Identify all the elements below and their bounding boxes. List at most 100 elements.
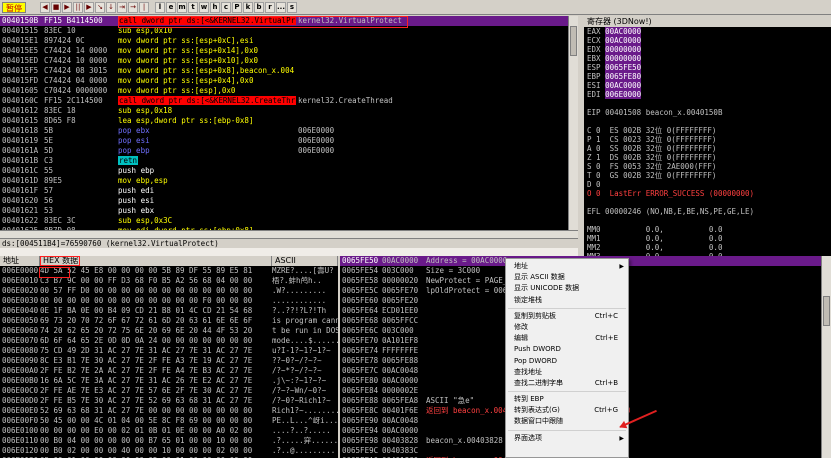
dump-row[interactable]: 006E0030 00 00 00 00 00 00 00 00 00 00 00… [0, 296, 338, 306]
registers-pane[interactable]: 寄存器 (3DNow!) EAX 00AC0000 ECX 00AC0000 EDX… [584, 16, 831, 256]
menu-item[interactable]: 锁定堆栈 [506, 295, 628, 306]
dump-row[interactable]: 006E00C0 2F FE AE 7E E3 AC 27 7E 57 6E 2F… [0, 386, 338, 396]
dump-row[interactable]: 006E0080 75 CD 49 2D 31 AC 27 7E 31 AC 27… [0, 346, 338, 356]
toolbar-letter-button[interactable]: w [199, 1, 209, 13]
toolbar-button[interactable]: || [73, 1, 83, 13]
dump-row[interactable]: 006E00A0 2F FE B2 7E 2A AC 27 7E 2F FE A4… [0, 366, 338, 376]
toolbar-letter-button[interactable]: c [221, 1, 231, 13]
dump-row[interactable]: 006E0120 00 B0 02 00 00 00 40 00 00 10 00… [0, 446, 338, 456]
register-line[interactable]: EBX 00000000 [584, 54, 831, 63]
dump-row[interactable]: 006E0070 6D 6F 64 65 2E 0D 0D 0A 24 00 00… [0, 336, 338, 346]
register-line[interactable]: MM2 0.0, 0.0 [584, 243, 831, 252]
disasm-row[interactable]: 00401619 5E pop esi 006E0000 [0, 136, 578, 146]
register-line[interactable]: EDI 006E0000 [584, 90, 831, 99]
disasm-row[interactable]: 00401615 8D65 F8 lea esp,dword ptr ss:[ebp… [0, 116, 578, 126]
menu-item[interactable]: 查找地址 [506, 367, 628, 378]
dump-row[interactable]: 006E0100 00 00 00 00 E0 00 02 01 0B 01 0E… [0, 426, 338, 436]
toolbar-letter-button[interactable]: s [287, 1, 297, 13]
toolbar-button[interactable]: ■ [51, 1, 61, 13]
menu-item[interactable]: 查找二进制字串 Ctrl+B [506, 378, 628, 389]
register-line[interactable]: EBP 0065FE80 [584, 72, 831, 81]
dump-row[interactable]: 006E0050 69 73 20 70 72 6F 67 72 61 6D 20… [0, 316, 338, 326]
register-value[interactable]: 006E0000 [605, 90, 642, 99]
toolbar-letter-button[interactable]: r [265, 1, 275, 13]
disasm-row[interactable]: 0040161C 55 push ebp [0, 166, 578, 176]
disasm-row[interactable]: 00401605 C70424 0000000 mov dword ptr ss:[… [0, 86, 578, 96]
disasm-row[interactable]: 00401612 83EC 18 sub esp,0x18 [0, 106, 578, 116]
toolbar-letter-button[interactable]: l [155, 1, 165, 13]
register-line[interactable]: O 0 LastErr ERROR_SUCCESS (00000000) [584, 189, 831, 198]
dump-row[interactable]: 006E0090 8C E3 B1 7E 30 AC 27 7E 2F FE A3… [0, 356, 338, 366]
disasm-row[interactable]: 004015E1 897424 0C mov dword ptr ss:[esp+0… [0, 36, 578, 46]
register-line[interactable]: EDX 00000000 [584, 45, 831, 54]
toolbar-button[interactable]: ↘ [95, 1, 105, 13]
disasm-row[interactable]: 004015E5 C74424 14 0000 mov dword ptr ss:[… [0, 46, 578, 56]
toolbar-button[interactable]: → [128, 1, 138, 13]
register-line[interactable]: C 0 ES 002B 32位 0(FFFFFFFF) [584, 126, 831, 135]
register-line[interactable]: P 1 CS 0023 32位 0(FFFFFFFF) [584, 135, 831, 144]
cpu-scrollbar[interactable] [568, 16, 578, 238]
toolbar-letter-button[interactable]: e [166, 1, 176, 13]
register-value[interactable]: 00000000 [605, 45, 642, 54]
menu-item[interactable]: 界面选项 ▶ [506, 433, 628, 444]
menu-item[interactable]: Push DWORD [506, 344, 628, 355]
dump-head-address[interactable]: 地址 [0, 256, 40, 266]
toolbar-button[interactable]: ▶ [84, 1, 94, 13]
menu-item[interactable]: 显示 UNICODE 数据 [506, 283, 628, 294]
register-line[interactable]: S 0 FS 0053 32位 2AE000(FFF) [584, 162, 831, 171]
register-value[interactable]: 0065FE50 [605, 63, 642, 72]
menu-item[interactable]: 转到 EBP [506, 394, 628, 405]
cpu-disassembly-pane[interactable]: 0040150B FF15 B4114500 call dword ptr ds:[… [0, 16, 578, 238]
menu-item[interactable]: 修改 [506, 322, 628, 333]
toolbar-letter-button[interactable]: k [243, 1, 253, 13]
register-line[interactable]: A 0 SS 002B 32位 0(FFFFFFFF) [584, 144, 831, 153]
register-value[interactable]: 00AC0000 [605, 36, 642, 45]
dump-head-ascii[interactable]: ASCII [272, 256, 338, 266]
menu-item[interactable]: 数据窗口中跟随 [506, 416, 628, 427]
disasm-row[interactable]: 00401621 53 push ebx [0, 206, 578, 216]
memory-dump-pane[interactable]: 地址 HEX 数据 ASCII 006E0000 4D 5A 52 45 E8 0… [0, 256, 338, 458]
register-line[interactable]: ECX 00AC0000 [584, 36, 831, 45]
toolbar-button[interactable]: ◀ [40, 1, 50, 13]
register-line[interactable]: ESP 0065FE50 [584, 63, 831, 72]
dump-row[interactable]: 006E00B0 16 6A 5C 7E 3A AC 27 7E 31 AC 26… [0, 376, 338, 386]
register-line[interactable]: MM1 0.0, 0.0 [584, 234, 831, 243]
register-line[interactable]: MM0 0.0, 0.0 [584, 225, 831, 234]
register-line[interactable]: EFL 00000246 (NO,NB,E,BE,NS,PE,GE,LE) [584, 207, 831, 216]
dump-row[interactable]: 006E00F0 50 45 00 00 4C 01 04 00 5E 8C F8… [0, 416, 338, 426]
register-line[interactable]: EIP 00401508 beacon_x.0040150B [584, 108, 831, 117]
register-line[interactable]: D 0 [584, 180, 831, 189]
toolbar-letter-button[interactable]: h [210, 1, 220, 13]
toolbar-letter-button[interactable]: P [232, 1, 242, 13]
register-value[interactable]: 00000000 [605, 54, 642, 63]
disasm-row[interactable]: 00401620 56 push esi [0, 196, 578, 206]
menu-item[interactable]: 编辑 Ctrl+E [506, 333, 628, 344]
disasm-row[interactable]: 0040161B C3 retn [0, 156, 578, 166]
disasm-row[interactable]: 00401622 83EC 3C sub esp,0x3C [0, 216, 578, 226]
register-line[interactable] [584, 99, 831, 108]
register-value[interactable]: 00AC0000 [605, 27, 642, 36]
toolbar-button[interactable]: ▶ [62, 1, 72, 13]
dump-row[interactable]: 006E0020 00 57 FF D0 00 00 00 00 00 00 00… [0, 286, 338, 296]
dump-row[interactable]: 006E00E0 52 69 63 68 31 AC 27 7E 00 00 00… [0, 406, 338, 416]
toolbar-letter-button[interactable]: t [188, 1, 198, 13]
menu-item[interactable]: Pop DWORD [506, 356, 628, 367]
menu-item[interactable]: 地址 ▶ [506, 261, 628, 272]
toolbar-button[interactable]: ⇥ [117, 1, 127, 13]
toolbar-letter-button[interactable]: m [177, 1, 187, 13]
register-line[interactable]: T 0 GS 002B 32位 0(FFFFFFFF) [584, 171, 831, 180]
register-value[interactable]: 00AC0000 [605, 81, 642, 90]
register-line[interactable]: Z 1 DS 002B 32位 0(FFFFFFFF) [584, 153, 831, 162]
register-line[interactable] [584, 117, 831, 126]
dump-row[interactable]: 006E0060 74 20 62 65 20 72 75 6E 20 69 6E… [0, 326, 338, 336]
stack-scrollbar[interactable] [821, 256, 831, 458]
disasm-row[interactable]: 004015FD C74424 04 0000 mov dword ptr ss:[… [0, 76, 578, 86]
menu-item[interactable]: 显示 ASCII 数据 [506, 272, 628, 283]
disasm-row[interactable]: 004015F5 C74424 08 3015 mov dword ptr ss:[… [0, 66, 578, 76]
menu-item[interactable]: 转到表达式(G) Ctrl+G [506, 405, 628, 416]
menu-item[interactable]: 复制到剪贴板 Ctrl+C [506, 311, 628, 322]
disasm-row[interactable]: 00401618 5B pop ebx 006E0000 [0, 126, 578, 136]
disasm-row[interactable]: 0040161F 57 push edi [0, 186, 578, 196]
disasm-row[interactable]: 0040160C FF15 2C114500 call dword ptr ds:[… [0, 96, 578, 106]
disasm-row[interactable]: 004015ED C74424 10 0000 mov dword ptr ss:[… [0, 56, 578, 66]
